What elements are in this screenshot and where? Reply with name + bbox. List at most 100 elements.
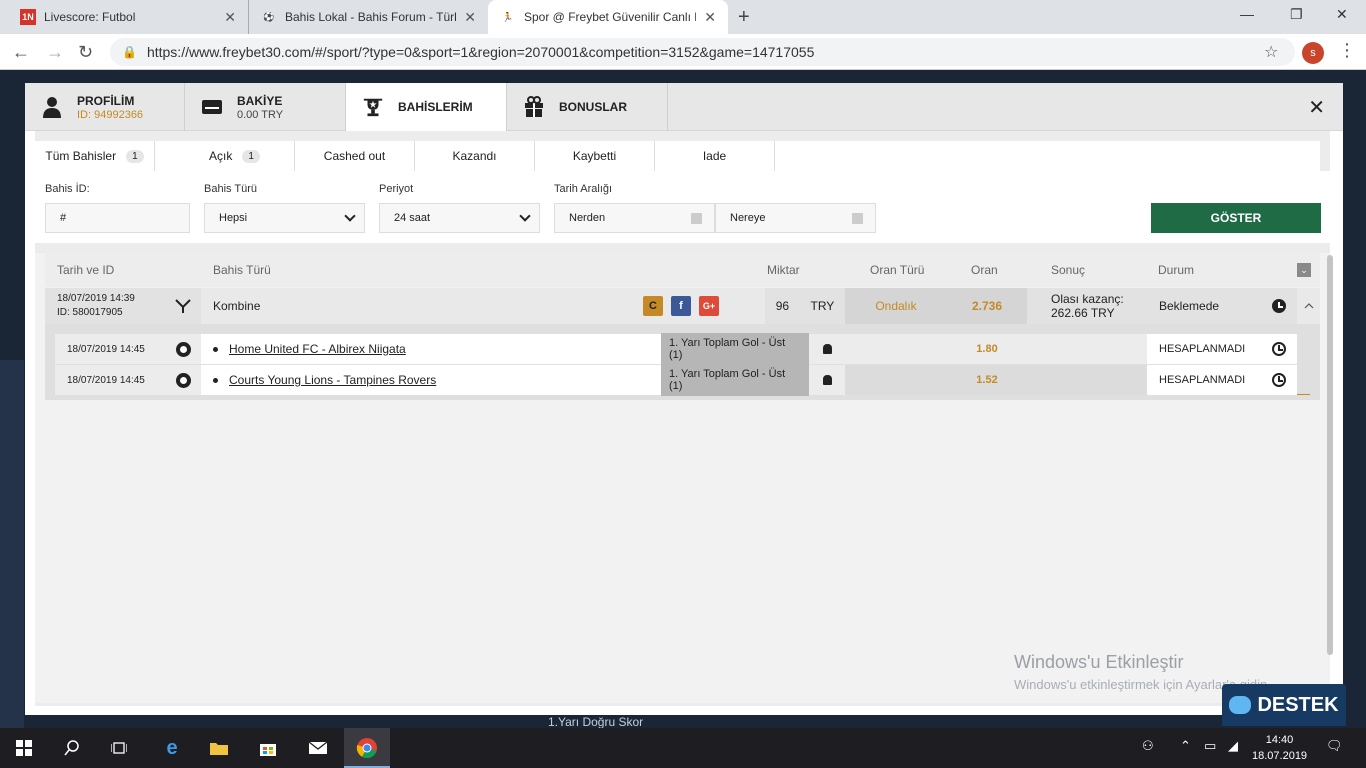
minimize-icon[interactable]: — xyxy=(1240,6,1254,22)
modal-close-icon[interactable]: ✕ xyxy=(1308,95,1325,120)
bet-type-select[interactable]: Hepsi xyxy=(204,203,365,233)
url-bar[interactable]: 🔒 https://www.freybet30.com/#/sport/?typ… xyxy=(110,38,1295,66)
bookmark-star-icon[interactable]: ☆ xyxy=(1264,42,1278,62)
windows-start-icon[interactable] xyxy=(12,736,36,760)
browser-tab-bahis-lokal[interactable]: ⚽ Bahis Lokal - Bahis Forum - Türk ✕ xyxy=(248,0,488,34)
new-tab-icon[interactable]: + xyxy=(738,6,750,29)
selection-market-cell: 1. Yarı Toplam Gol - Üst (1) xyxy=(661,364,809,396)
forward-arrow-icon[interactable]: → xyxy=(46,42,64,63)
taskbar-clock[interactable]: 14:40 18.07.2019 xyxy=(1252,732,1307,764)
tab-balance[interactable]: BAKİYE 0.00 TRY xyxy=(185,83,346,131)
store-icon[interactable] xyxy=(256,736,280,760)
filter-tab-cashed-out[interactable]: Cashed out xyxy=(295,141,415,171)
header-bet-type: Bahis Türü xyxy=(213,263,271,277)
edge-browser-icon[interactable]: e xyxy=(160,736,184,760)
bet-type-cell: Kombine C f G+ xyxy=(201,288,765,324)
tab-my-bets-label: BAHİSLERİM xyxy=(398,100,473,114)
background-sidebar xyxy=(0,360,24,768)
chevron-up-icon[interactable] xyxy=(1297,288,1320,324)
soccer-ball-favicon-icon: ⚽ xyxy=(263,11,275,22)
filter-tab-refund[interactable]: Iade xyxy=(655,141,775,171)
info-icon[interactable] xyxy=(809,365,845,395)
tab-title: Spor @ Freybet Güvenilir Canlı B xyxy=(524,10,697,24)
notifications-icon[interactable]: 🗨 xyxy=(1326,738,1343,754)
restore-icon[interactable]: ❐ xyxy=(1290,6,1303,23)
filter-tab-lost[interactable]: Kaybetti xyxy=(535,141,655,171)
windows-taskbar: e ⚇ ⌃ ▭ ◢ 14:40 18.07.2019 🗨 xyxy=(0,728,1366,768)
bet-currency: TRY xyxy=(810,299,835,313)
window-close-icon[interactable]: ✕ xyxy=(1336,6,1348,23)
empty-cell xyxy=(1027,365,1147,395)
empty-cell xyxy=(845,334,947,364)
date-to-input[interactable]: Nereye xyxy=(715,203,876,233)
balance-value: 0.00 TRY xyxy=(237,108,284,121)
tab-balance-label: BAKİYE xyxy=(237,93,283,108)
bullet-icon xyxy=(213,346,218,352)
close-icon[interactable]: ✕ xyxy=(464,9,476,26)
clock-date: 18.07.2019 xyxy=(1252,750,1308,762)
people-icon[interactable]: ⚇ xyxy=(1142,738,1154,754)
chevron-down-icon xyxy=(344,210,356,222)
support-button[interactable]: DESTEK xyxy=(1222,684,1346,726)
search-icon[interactable] xyxy=(60,736,84,760)
selection-event-link[interactable]: Home United FC - Albirex Niigata xyxy=(229,342,406,356)
soccer-ball-icon xyxy=(165,365,201,395)
date-from-value: Nerden xyxy=(569,212,606,224)
period-select[interactable]: 24 saat xyxy=(379,203,540,233)
close-icon[interactable]: ✕ xyxy=(224,9,236,26)
header-odd-type: Oran Türü xyxy=(870,263,925,277)
bet-id-input[interactable]: # xyxy=(45,203,190,233)
date-from-input[interactable]: Nerden xyxy=(554,203,715,233)
tab-my-bets[interactable]: BAHİSLERİM xyxy=(346,83,507,131)
filter-tab-label: Açık xyxy=(209,149,233,163)
selection-event-link[interactable]: Courts Young Lions - Tampines Rovers xyxy=(229,373,436,387)
tab-profile[interactable]: PROFİLİM ID: 94992366 xyxy=(25,83,185,131)
filter-tab-open[interactable]: Açık 1 xyxy=(175,141,295,171)
clock-icon xyxy=(1261,334,1297,364)
filter-tab-label: Kaybetti xyxy=(572,149,617,163)
profile-avatar[interactable]: s xyxy=(1302,42,1324,64)
close-icon[interactable]: ✕ xyxy=(704,9,716,26)
google-plus-icon[interactable]: G+ xyxy=(699,296,719,316)
info-icon[interactable] xyxy=(809,334,845,364)
chevron-up-icon[interactable]: ⌃ xyxy=(1180,738,1191,754)
task-view-icon[interactable] xyxy=(107,736,131,760)
file-explorer-icon[interactable] xyxy=(207,736,231,760)
clock-icon xyxy=(1261,365,1297,395)
wifi-icon[interactable]: ◢ xyxy=(1228,738,1238,754)
url-text: https://www.freybet30.com/#/sport/?type=… xyxy=(146,44,815,60)
lock-icon: 🔒 xyxy=(122,45,137,59)
show-button[interactable]: GÖSTER xyxy=(1151,203,1321,233)
count-badge: 1 xyxy=(242,149,260,163)
filter-tab-all[interactable]: Tüm Bahisler 1 xyxy=(35,141,155,171)
bet-amount: 96 xyxy=(775,299,790,313)
rebet-icon[interactable]: C xyxy=(643,296,663,316)
browser-tab-freybet[interactable]: 🏃 Spor @ Freybet Güvenilir Canlı B ✕ xyxy=(488,0,728,34)
bet-amount-cell: 96 TRY xyxy=(765,288,845,324)
mail-icon[interactable] xyxy=(306,736,330,760)
bet-odd-type: Ondalık xyxy=(845,288,947,324)
tab-bonuses[interactable]: BONUSLAR xyxy=(507,83,668,131)
chrome-icon[interactable] xyxy=(355,736,379,760)
battery-icon[interactable]: ▭ xyxy=(1204,738,1216,754)
facebook-icon[interactable]: f xyxy=(671,296,691,316)
browser-tabbar: 1N Livescore: Futbol ✕ ⚽ Bahis Lokal - B… xyxy=(0,0,1366,34)
calendar-icon xyxy=(852,213,863,224)
bet-id: ID: 580017905 xyxy=(57,307,123,318)
collapse-all-icon[interactable]: ⌄ xyxy=(1297,263,1311,277)
browser-menu-icon[interactable]: ⋮ xyxy=(1338,40,1356,61)
browser-tab-livescore[interactable]: 1N Livescore: Futbol ✕ xyxy=(8,0,248,34)
header-result: Sonuç xyxy=(1051,263,1086,277)
selection-rows: 18/07/2019 14:45 Home United FC - Albire… xyxy=(45,324,1320,400)
bet-row[interactable]: 18/07/2019 14:39 ID: 580017905 Kombine C… xyxy=(45,288,1320,324)
selection-market: 1. Yarı Toplam Gol - Üst (1) xyxy=(661,364,809,396)
runner-favicon-icon: 🏃 xyxy=(502,11,514,22)
modal-scrollbar[interactable] xyxy=(1327,255,1333,655)
filter-tab-won[interactable]: Kazandı xyxy=(415,141,535,171)
bet-result-cell: Olası kazanç: 262.66 TRY xyxy=(1027,288,1147,324)
back-arrow-icon[interactable]: ← xyxy=(12,42,30,63)
bet-type: Kombine xyxy=(213,299,261,313)
bet-id-value: # xyxy=(60,212,67,224)
reload-icon[interactable]: ↻ xyxy=(78,42,93,63)
pending-clock-icon xyxy=(1261,288,1297,324)
